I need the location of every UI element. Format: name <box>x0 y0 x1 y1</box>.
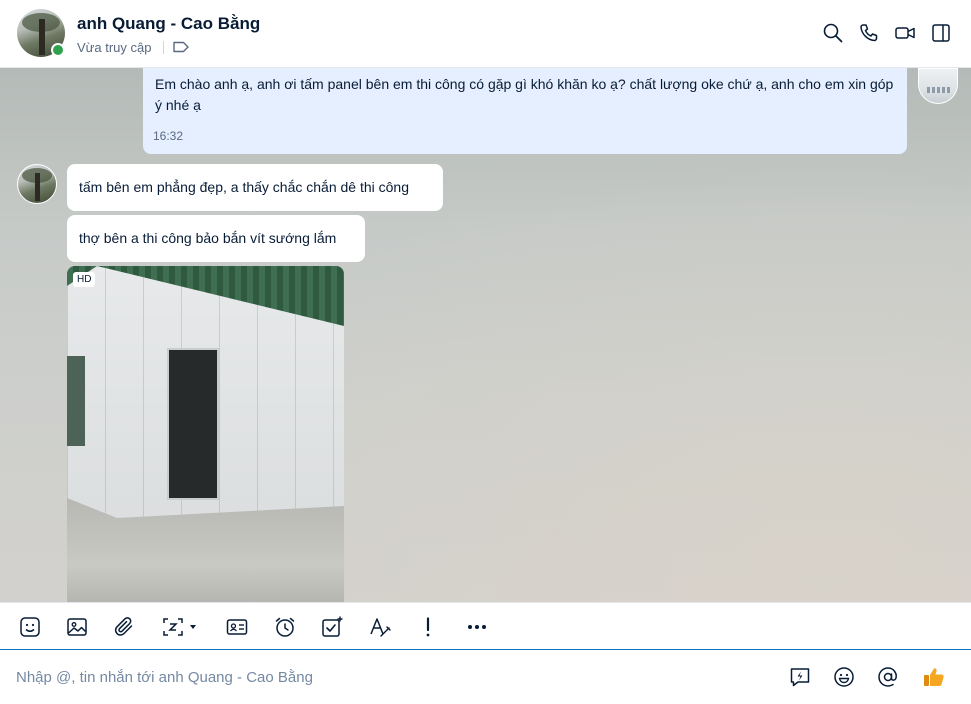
phone-icon[interactable] <box>858 22 880 44</box>
sticker-icon[interactable] <box>18 615 42 639</box>
contact-name[interactable]: anh Quang - Cao Bằng <box>77 14 260 34</box>
header-divider <box>163 41 164 54</box>
label-tag-icon[interactable] <box>172 40 190 54</box>
video-call-icon[interactable] <box>894 22 916 44</box>
reminder-icon[interactable] <box>273 615 297 639</box>
toggle-panel-icon[interactable] <box>930 22 952 44</box>
photo-message[interactable]: HD <box>67 266 344 602</box>
search-icon[interactable] <box>822 22 844 44</box>
mention-icon[interactable] <box>876 665 900 689</box>
message-composer <box>0 650 971 704</box>
incoming-message[interactable]: thợ bên a thi công bảo bắn vít sướng lắm <box>67 215 365 262</box>
screenshot-icon[interactable] <box>161 615 203 639</box>
photo-window <box>67 356 85 446</box>
image-icon[interactable] <box>65 615 89 639</box>
attachment-icon[interactable] <box>113 615 137 639</box>
text-format-icon[interactable] <box>368 615 392 639</box>
message-input[interactable] <box>16 664 756 690</box>
online-status-dot <box>51 43 65 57</box>
thumbs-up-icon[interactable] <box>922 665 946 689</box>
quick-message-icon[interactable] <box>788 665 812 689</box>
contact-card-icon[interactable] <box>225 615 249 639</box>
message-time: 16:32 <box>153 129 184 143</box>
message-text: Em chào anh ạ, anh ơi tấm panel bên em t… <box>155 76 894 113</box>
message-list[interactable]: Em chào anh ạ, anh ơi tấm panel bên em t… <box>0 68 971 602</box>
hd-badge: HD <box>73 272 96 287</box>
incoming-message[interactable]: tấm bên em phẳng đẹp, a thấy chắc chắn d… <box>67 164 443 211</box>
photo-doorway <box>167 348 219 500</box>
my-avatar[interactable] <box>918 68 958 104</box>
chat-header: anh Quang - Cao Bằng Vừa truy cập <box>0 0 971 68</box>
contact-status: Vừa truy cập <box>77 40 152 55</box>
more-icon[interactable] <box>465 615 489 639</box>
urgent-icon[interactable] <box>416 615 440 639</box>
task-icon[interactable] <box>320 615 344 639</box>
emoji-icon[interactable] <box>832 665 856 689</box>
sender-avatar[interactable] <box>17 164 57 204</box>
composer-toolbar <box>0 602 971 650</box>
outgoing-message[interactable]: Em chào anh ạ, anh ơi tấm panel bên em t… <box>143 68 907 154</box>
